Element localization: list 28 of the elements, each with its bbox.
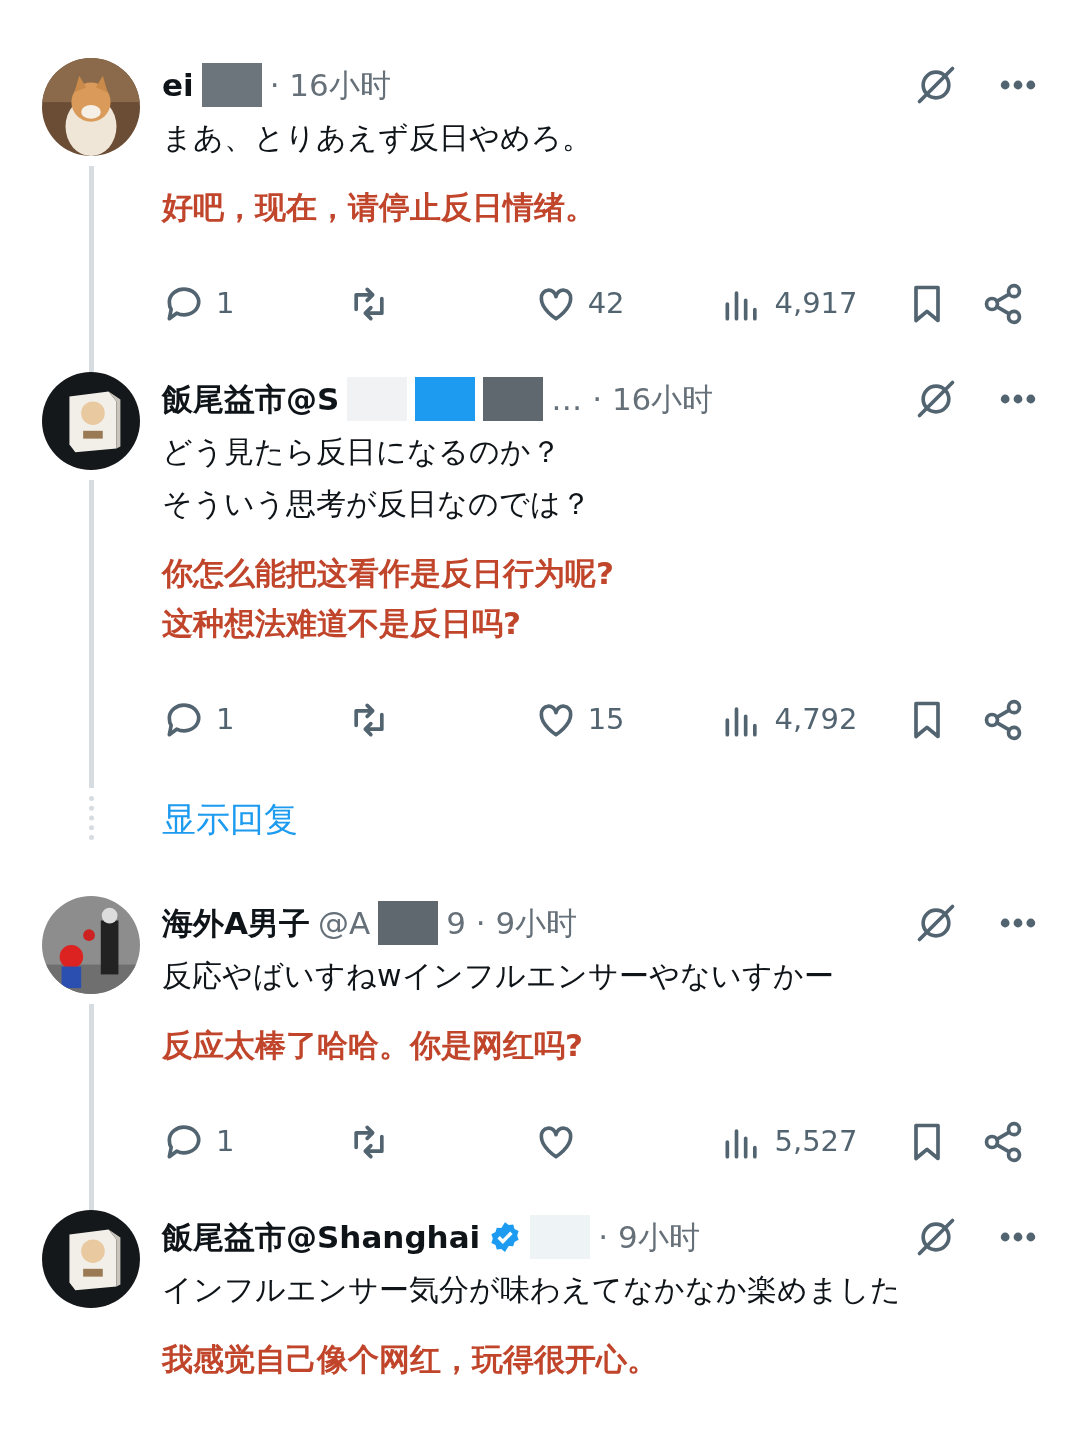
stat-count: 4,917 (774, 285, 858, 323)
user-handle: @A (318, 903, 371, 943)
post-text: そういう思考が反日なのでは？ (162, 485, 592, 523)
stat-count: 5,527 (774, 1123, 858, 1161)
post-meta: … · 16小时 (551, 379, 714, 419)
stat-count: 1 (216, 1123, 235, 1161)
stat-count: 4,792 (774, 701, 858, 739)
stat-count: 1 (216, 701, 235, 739)
post-text: 反応やばいすねwインフルエンサーやないすかー (162, 957, 835, 995)
post-meta: · 16小时 (269, 65, 391, 105)
translation-text: 你怎么能把这看作是反日行为呢? (162, 554, 615, 593)
stat-count: 1 (216, 285, 235, 323)
stat-count: 15 (587, 701, 625, 739)
post-meta: 9 · 9小时 (446, 903, 578, 943)
post-text: インフルエンサー気分が味わえてなかなか楽めました (162, 1271, 902, 1309)
stat-count: 42 (587, 285, 625, 323)
translation-text: 这种想法难道不是反日吗? (162, 604, 522, 643)
post-meta: · 9小时 (598, 1217, 700, 1257)
dotted-thread-line (88, 796, 94, 840)
user-name[interactable]: 飯尾益市@S (162, 375, 340, 423)
translation-text: 我感觉自己像个网红，玩得很开心。 (162, 1340, 659, 1379)
post-text: まあ、とりあえず反日やめろ。 (162, 119, 593, 157)
user-name[interactable]: ei (162, 61, 194, 109)
post-text: どう見たら反日になるのか？ (162, 433, 562, 471)
translation-text: 反应太棒了哈哈。你是网红吗? (162, 1026, 584, 1065)
user-name[interactable]: 海外A男子 (162, 899, 310, 947)
translation-text: 好吧，现在，请停止反日情绪。 (162, 188, 597, 227)
user-name[interactable]: 飯尾益市@Shanghai (162, 1213, 481, 1261)
